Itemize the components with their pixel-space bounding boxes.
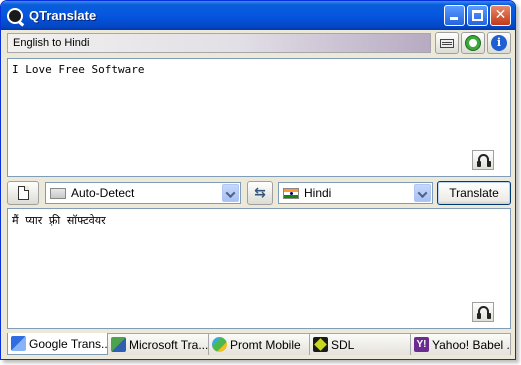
promt-icon: [212, 337, 227, 352]
info-button[interactable]: i: [487, 32, 511, 54]
result-text-area[interactable]: मैं प्यार फ़्री सॉफ्टवेयर: [7, 208, 511, 329]
tab-label: Microsoft Tra...: [129, 337, 209, 352]
tab-promt-mobile[interactable]: Promt Mobile: [209, 333, 310, 355]
tab-microsoft-translator[interactable]: Microsoft Tra...: [108, 333, 209, 355]
listen-source-button[interactable]: [472, 150, 494, 170]
qtranslate-window: QTranslate ✕ English to Hindi i I Love F…: [0, 0, 516, 360]
tab-yahoo-babel-fish[interactable]: Y! Yahoo! Babel ...: [411, 333, 511, 355]
language-direction-bar: English to Hindi: [7, 33, 431, 53]
translate-button[interactable]: Translate: [437, 181, 511, 205]
listen-result-button[interactable]: [472, 302, 494, 322]
source-text-area[interactable]: I Love Free Software: [7, 58, 511, 177]
result-text: मैं प्यार फ़्री सॉफ्टवेयर: [12, 214, 106, 227]
window-controls: ✕: [444, 5, 511, 26]
chevron-down-icon[interactable]: [222, 184, 239, 202]
title-bar[interactable]: QTranslate ✕: [1, 1, 515, 30]
history-icon: [465, 35, 481, 51]
close-icon: ✕: [494, 7, 507, 23]
translation-services-tabs: Google Trans... Microsoft Tra... Promt M…: [7, 333, 511, 355]
tab-google-translate[interactable]: Google Trans...: [7, 333, 108, 355]
tab-label: Yahoo! Babel ...: [432, 337, 511, 352]
tab-label: Promt Mobile: [230, 337, 301, 352]
tab-label: SDL: [331, 337, 355, 352]
language-direction-label: English to Hindi: [13, 37, 90, 49]
swap-arrows-icon: ⇆: [254, 185, 266, 201]
virtual-keyboard-button[interactable]: [435, 32, 459, 54]
close-button[interactable]: ✕: [490, 5, 511, 26]
info-icon: i: [491, 35, 507, 51]
swap-languages-button[interactable]: ⇆: [247, 181, 273, 205]
target-language-value: Hindi: [304, 186, 332, 200]
new-document-button[interactable]: [7, 181, 39, 205]
india-flag-icon: [283, 187, 299, 199]
source-language-select[interactable]: Auto-Detect: [45, 182, 241, 204]
tab-label: Google Trans...: [29, 336, 108, 351]
maximize-icon: [472, 10, 483, 21]
source-language-value: Auto-Detect: [71, 186, 135, 200]
maximize-button[interactable]: [467, 5, 488, 26]
document-icon: [18, 186, 29, 200]
minimize-button[interactable]: [444, 5, 465, 26]
chevron-down-icon[interactable]: [414, 184, 431, 202]
history-button[interactable]: [461, 32, 485, 54]
qtranslate-app-icon: [7, 7, 23, 24]
keyboard-icon: [440, 39, 454, 48]
source-text: I Love Free Software: [12, 63, 145, 76]
tab-sdl[interactable]: SDL: [310, 333, 411, 355]
sdl-icon: [313, 337, 328, 352]
window-title: QTranslate: [29, 8, 97, 23]
main-content: English to Hindi i I Love Free Software: [5, 31, 513, 357]
yahoo-icon: Y!: [414, 337, 429, 352]
target-language-select[interactable]: Hindi: [278, 182, 433, 204]
minimize-icon: [450, 17, 458, 20]
language-selection-row: Auto-Detect ⇆ Hindi Translate: [5, 181, 513, 206]
microsoft-translator-icon: [111, 337, 126, 352]
auto-detect-flag-icon: [50, 187, 66, 199]
google-translate-icon: [11, 336, 26, 351]
